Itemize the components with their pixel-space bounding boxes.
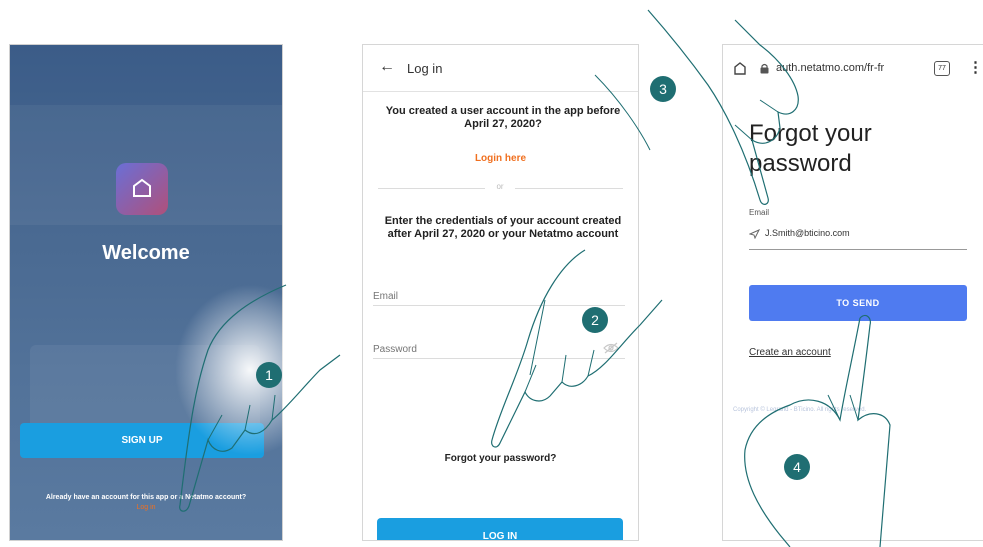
home-icon[interactable] — [733, 61, 747, 75]
login-header — [363, 45, 638, 92]
step-marker-3: 3 — [650, 76, 676, 102]
email-label: Email — [749, 208, 770, 217]
send-button[interactable]: TO SEND — [749, 285, 967, 321]
paper-plane-icon — [749, 229, 760, 239]
log-in-button[interactable]: LOG IN — [377, 518, 623, 540]
forgot-password-link[interactable]: Forgot your password? — [363, 453, 638, 464]
forgot-password-screen: auth.netatmo.com/fr-fr 77 ⋮ Forgot your … — [722, 44, 983, 541]
welcome-title: Welcome — [102, 242, 190, 264]
email-underline — [749, 249, 967, 250]
login-screen: ← Log in You created a user account in t… — [362, 44, 639, 541]
password-underline — [603, 358, 625, 359]
page-title: Forgot your password — [749, 120, 872, 177]
step-marker-4: 4 — [784, 454, 810, 480]
address-bar-url[interactable]: auth.netatmo.com/fr-fr — [776, 62, 884, 74]
sign-up-button[interactable]: SIGN UP — [20, 423, 264, 458]
welcome-screen: Welcome SIGN UP Already have an account … — [9, 44, 283, 541]
account-prompt: Already have an account for this app or … — [45, 494, 247, 501]
step-marker-1: 1 — [256, 362, 282, 388]
legacy-account-prompt: You created a user account in the app be… — [385, 105, 621, 130]
tab-count-icon[interactable]: 77 — [934, 61, 950, 76]
page-title: Log in — [407, 61, 443, 76]
login-here-link[interactable]: Login here — [363, 153, 638, 164]
house-icon — [133, 178, 151, 197]
app-logo — [116, 163, 168, 215]
email-field[interactable] — [373, 287, 625, 306]
step-marker-2: 2 — [582, 307, 608, 333]
lock-icon — [760, 63, 769, 74]
log-in-link[interactable]: Log in — [10, 504, 282, 511]
or-separator: or — [485, 182, 515, 191]
copyright-footer: Copyright © Legrand - BTicino. All right… — [733, 407, 867, 413]
eye-off-icon[interactable] — [603, 342, 619, 354]
arrow-left-icon[interactable]: ← — [379, 58, 395, 76]
credentials-instructions: Enter the credentials of your account cr… — [384, 215, 622, 240]
background-image-detail — [30, 345, 260, 435]
password-field[interactable] — [373, 340, 603, 359]
create-account-link[interactable]: Create an account — [749, 347, 831, 358]
email-field[interactable]: J.Smith@bticino.com — [765, 228, 850, 238]
overflow-menu-icon[interactable]: ⋮ — [968, 58, 983, 76]
